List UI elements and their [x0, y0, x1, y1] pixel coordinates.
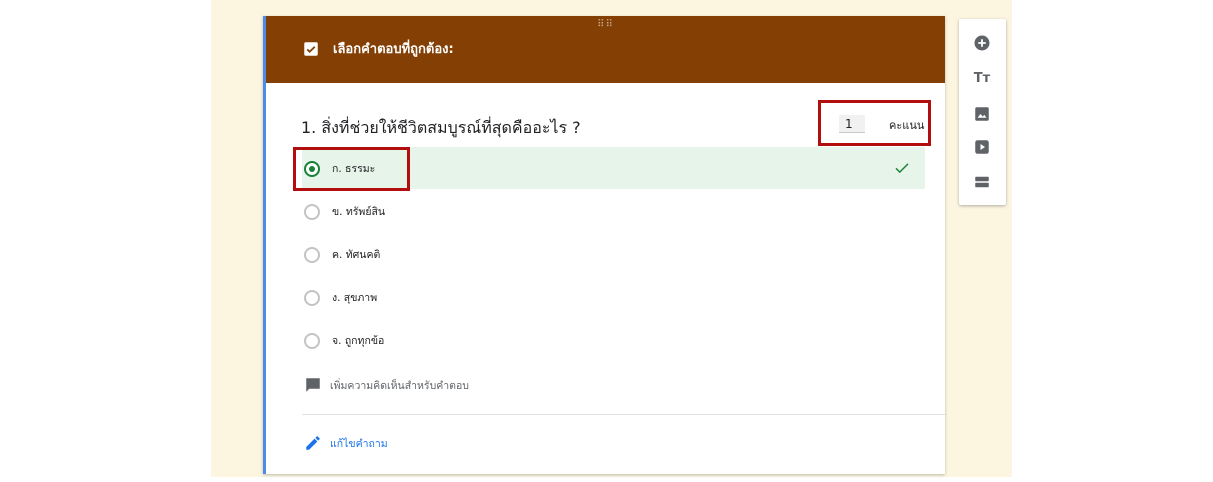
points-label: คะแนน	[889, 119, 925, 132]
option-label: ค. ทัศนคติ	[332, 249, 381, 261]
edit-question-label: แก้ไขคำถาม	[330, 438, 388, 450]
add-title-button[interactable]: Tт	[972, 68, 992, 88]
side-toolbar: Tт	[959, 19, 1006, 205]
add-video-button[interactable]	[972, 137, 992, 157]
add-image-button[interactable]	[972, 104, 992, 124]
comment-icon	[306, 378, 320, 392]
section-header: ⠿⠿ เลือกคำตอบที่ถูกต้อง:	[266, 16, 945, 83]
radio-button[interactable]	[304, 290, 320, 306]
check-icon	[895, 163, 909, 174]
correct-option-highlight-box	[293, 147, 410, 191]
radio-button[interactable]	[304, 247, 320, 263]
plus-circle-icon	[974, 35, 990, 51]
drag-handle-icon[interactable]: ⠿⠿	[597, 20, 614, 30]
section-header-title: เลือกคำตอบที่ถูกต้อง:	[333, 42, 454, 57]
divider	[302, 414, 947, 415]
add-feedback-label: เพิ่มความคิดเห็นสำหรับคำตอบ	[330, 380, 469, 392]
option-label: ง. สุขภาพ	[332, 292, 378, 304]
title-text-icon: Tт	[973, 70, 991, 86]
pencil-icon	[306, 436, 320, 450]
question-title: 1. สิ่งที่ช่วยให้ชีวิตสมบูรณ์ที่สุดคืออะ…	[301, 118, 581, 137]
add-question-button[interactable]	[972, 33, 992, 53]
option-label: ข. ทรัพย์สิน	[332, 206, 386, 218]
radio-button[interactable]	[304, 204, 320, 220]
points-input[interactable]	[839, 115, 865, 133]
points-highlight-box: คะแนน	[818, 100, 931, 146]
add-section-button[interactable]	[972, 172, 992, 192]
checkbox-checked-icon	[304, 42, 318, 56]
image-icon	[975, 107, 989, 121]
video-icon	[975, 140, 989, 154]
radio-button[interactable]	[304, 333, 320, 349]
section-icon	[975, 176, 989, 188]
option-label: จ. ถูกทุกข้อ	[332, 335, 385, 347]
question-card[interactable]: ⠿⠿ เลือกคำตอบที่ถูกต้อง: 1. สิ่งที่ช่วยใ…	[263, 16, 947, 474]
